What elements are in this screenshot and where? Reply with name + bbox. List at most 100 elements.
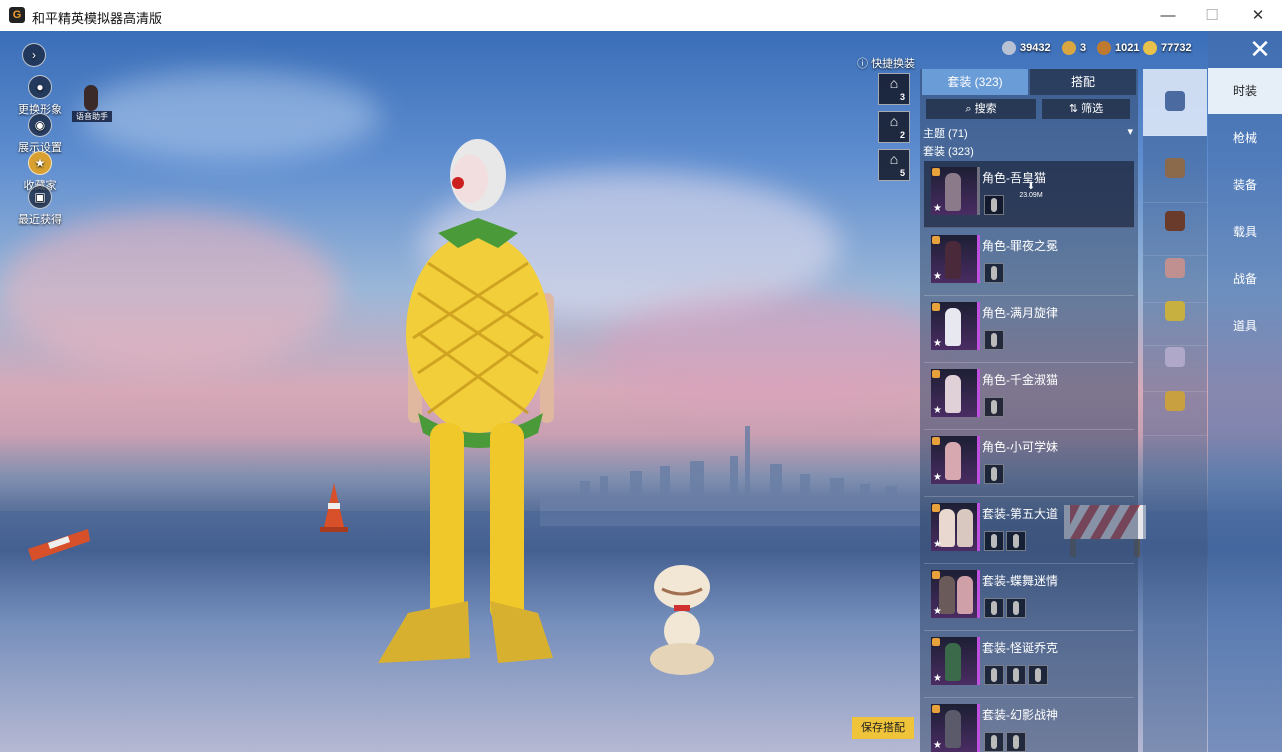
outfit-part[interactable] [984,732,1004,752]
outfit-part[interactable] [984,531,1004,551]
rank-badge-icon [1062,41,1076,55]
list-item[interactable]: ★ 套装-第五大道 [924,497,1134,564]
section-suits[interactable]: 套装 (323) [923,143,974,159]
outfit-part[interactable] [984,464,1004,484]
outfit-part[interactable] [984,598,1004,618]
currency-gold: 77732 [1143,41,1192,55]
filter-icon: ⇅ [1068,103,1082,115]
hanger-icon [1165,91,1185,111]
outfit-thumbnail: ★ [931,570,980,618]
traffic-cone [320,483,348,532]
outfit-part[interactable] [1006,665,1026,685]
outfit-part[interactable] [1006,598,1026,618]
quick-slot-3[interactable]: ⌂ 3 [878,73,910,105]
eye-icon: ◉ [28,113,52,137]
currency-silver: 39432 [1002,41,1051,55]
outfit-thumbnail: ★ [931,503,980,551]
list-item[interactable]: ★ 角色-满月旋律 [924,296,1134,363]
minimize-button[interactable]: — [1157,5,1179,27]
nav-item-guns[interactable]: 枪械 [1208,115,1282,161]
outfit-thumbnail: ★ [931,302,980,350]
hanger-icon: ⌂ [889,113,899,129]
currency-rank: 3 [1062,41,1086,55]
nav-item-battle-prep[interactable]: 战备 [1208,256,1282,302]
mask-icon [1165,211,1185,231]
voice-assistant-button[interactable]: 语音助手 [72,83,112,123]
hanger-icon: ⌂ [889,151,899,167]
search-button[interactable]: ⌕ 搜索 [926,99,1036,119]
close-window-button[interactable]: ✕ [1247,5,1269,27]
face-icon [1165,258,1185,278]
currency-value: 39432 [1020,42,1051,54]
silver-coin-icon [1002,41,1016,55]
list-item[interactable]: ★ 角色-罪夜之冕 [924,229,1134,296]
bronze-coin-icon [1097,41,1111,55]
nav-item-equipment[interactable]: 装备 [1208,162,1282,208]
category-suit[interactable] [1143,69,1207,136]
hanger-icon: ⌂ [889,75,899,91]
outfit-part[interactable] [1006,732,1026,752]
game-viewport: › ● 更换形象 ◉ 展示设置 ★ 收藏家 ▣ 最近获得 语音助手 39432 … [0,31,1282,752]
pants-icon [1165,347,1185,367]
list-item[interactable]: ★ 角色-千金淑猫 [924,363,1134,430]
category-column [1143,69,1207,752]
outfit-part[interactable] [1006,531,1026,551]
slot-number: 3 [899,92,905,102]
sidebar-item-change-appearance[interactable]: ● 更换形象 [8,75,72,117]
nav-item-fashion[interactable]: 时装 [1208,68,1282,114]
maximize-button[interactable]: ☐ [1201,5,1223,27]
close-icon[interactable]: ✕ [1246,35,1274,63]
outfit-tabs: 套装 (323) 搭配 [920,69,1138,95]
outfit-part[interactable] [1028,665,1048,685]
nav-item-vehicles[interactable]: 载具 [1208,209,1282,255]
outfit-name: 角色-小可学妹 [982,440,1058,454]
tab-suits[interactable]: 套装 (323) [922,69,1028,95]
save-outfit-button[interactable]: 保存搭配 [852,717,914,739]
list-item[interactable]: ★ 套装-幻影战神 [924,698,1134,752]
list-item[interactable]: ★ 角色-吾皇猫 ⬇ 23.09M [924,161,1134,228]
outfit-part[interactable] [984,263,1004,283]
section-theme[interactable]: 主题 (71) ▾ [923,125,1135,141]
cloud-decoration [0,211,340,371]
search-icon: ⌕ [965,103,975,115]
sidebar-expand-button[interactable]: › [8,43,60,69]
assistant-avatar [84,85,98,111]
quick-slot-5[interactable]: ⌂ 5 [878,149,910,181]
outfit-thumbnail: ★ [931,167,980,215]
filter-button[interactable]: ⇅ 筛选 [1042,99,1130,119]
nav-item-props[interactable]: 道具 [1208,303,1282,349]
app-icon: G [9,7,25,23]
outfit-part[interactable] [984,397,1004,417]
download-size: 23.09M [1019,192,1043,199]
right-nav: ✕ 时装 枪械 装备 载具 战备 道具 [1208,31,1282,752]
outfit-name: 套装-幻影战神 [982,708,1058,722]
currency-bronze: 1021 [1097,41,1139,55]
outfit-part[interactable] [984,330,1004,350]
traffic-cone [28,529,90,561]
quick-slot-2[interactable]: ⌂ 2 [878,111,910,143]
category-shoes[interactable] [1143,369,1207,436]
outfit-panel: 套装 (323) 搭配 ⌕ 搜索 ⇅ 筛选 主题 (71) ▾ 套装 (323)… [920,69,1138,752]
list-item[interactable]: ★ 角色-小可学妹 [924,430,1134,497]
outfit-name: 角色-千金淑猫 [982,373,1058,387]
sidebar-item-recently-acquired[interactable]: ▣ 最近获得 [8,185,72,227]
outfit-thumbnail: ★ [931,369,980,417]
slot-number: 2 [899,130,905,140]
tab-combos[interactable]: 搭配 [1030,69,1136,95]
gift-icon: ▣ [28,185,52,209]
list-item[interactable]: ★ 套装-蝶舞迷情 [924,564,1134,631]
window-title: 和平精英模拟器高清版 [32,11,163,26]
list-item[interactable]: ★ 套装-怪诞乔克 [924,631,1134,698]
pet-companion [650,565,714,675]
help-icon: ⓘ [857,58,868,70]
outfit-thumbnail: ★ [931,704,980,752]
sidebar-item-display-settings[interactable]: ◉ 展示设置 [8,113,72,155]
outfit-thumbnail: ★ [931,235,980,283]
quick-change-label[interactable]: ⓘ 快捷换装 [857,55,915,71]
assistant-label: 语音助手 [72,111,112,122]
outfit-part[interactable] [984,195,1004,215]
gold-coin-icon [1143,41,1157,55]
outfit-thumbnail: ★ [931,436,980,484]
currency-value: 1021 [1115,42,1140,54]
outfit-part[interactable] [984,665,1004,685]
